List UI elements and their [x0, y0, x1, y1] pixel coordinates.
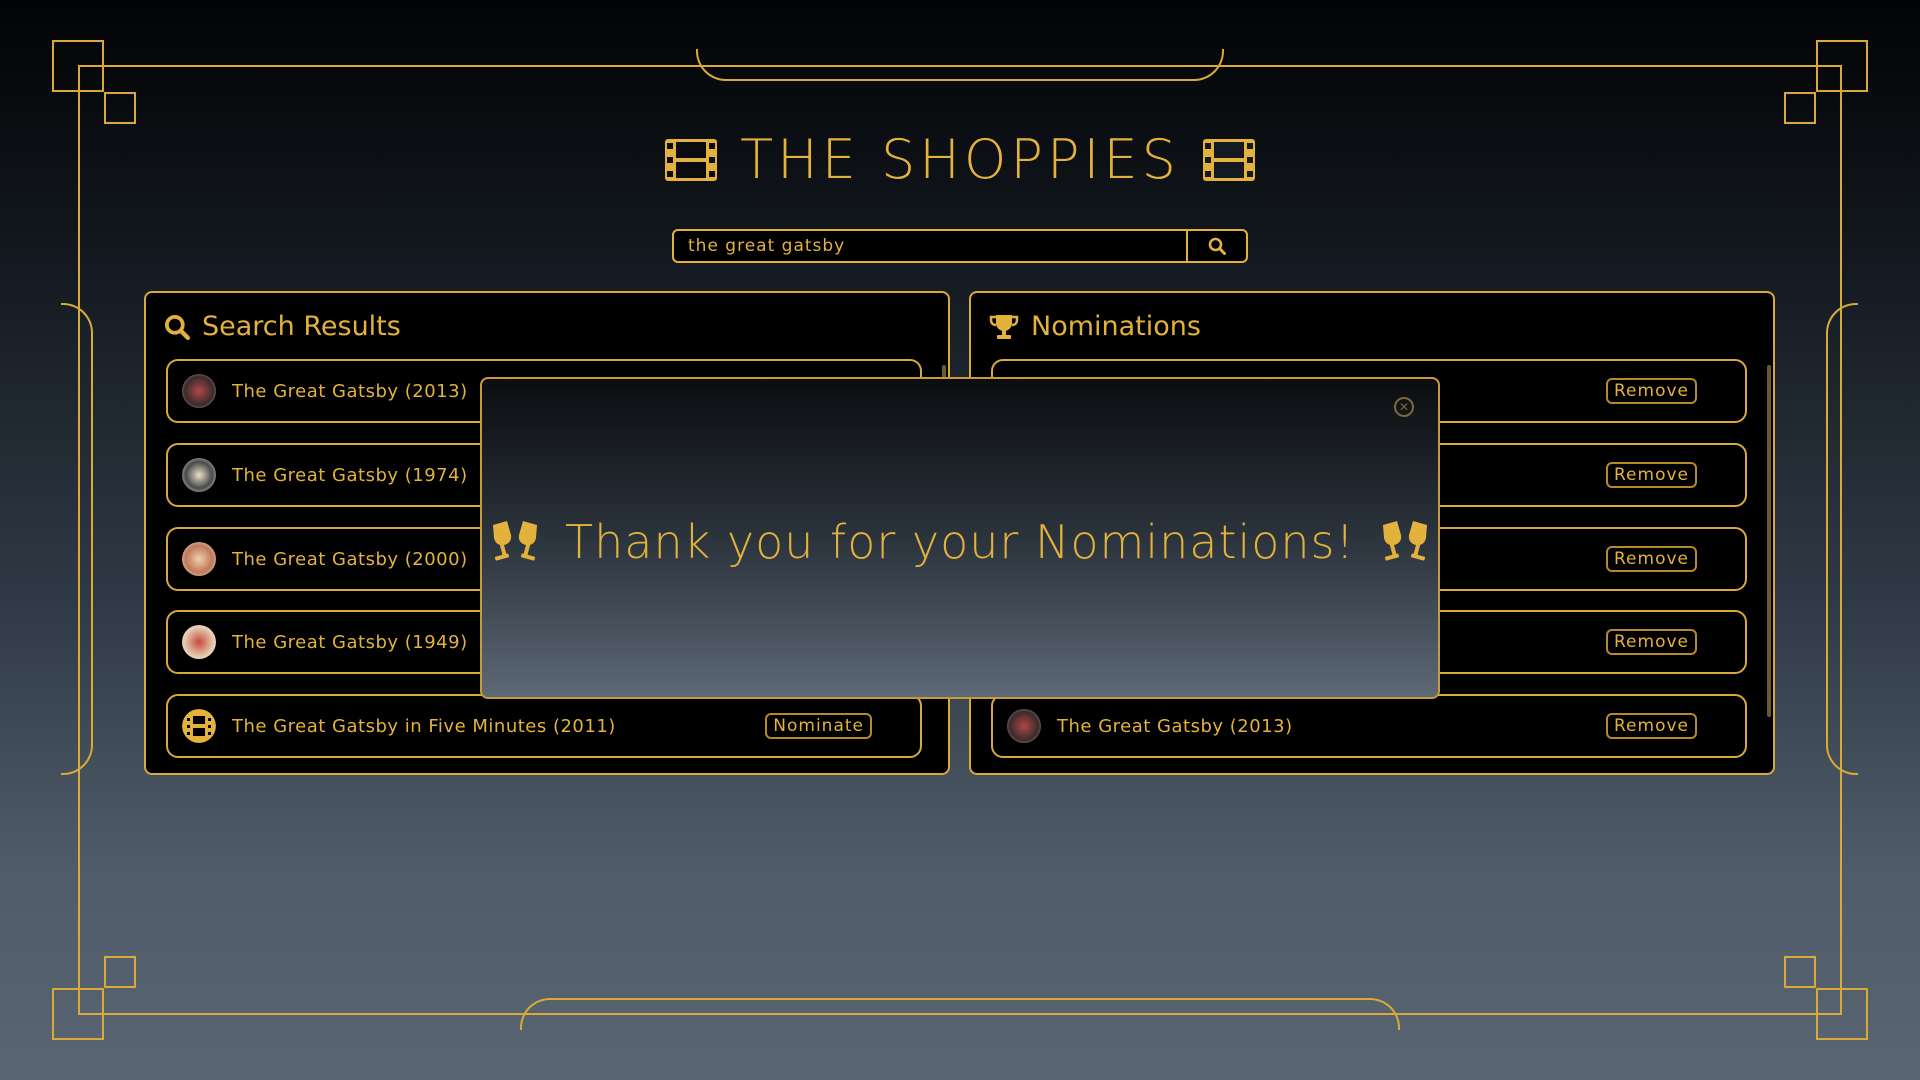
frame-corner-bl-square [104, 956, 136, 988]
search-results-heading: Search Results [164, 311, 401, 342]
result-title: The Great Gatsby in Five Minutes (2011) [232, 715, 616, 737]
search-input[interactable] [674, 231, 1186, 261]
poster-thumbnail [182, 542, 216, 576]
remove-button[interactable]: Remove [1606, 629, 1697, 655]
remove-button[interactable]: Remove [1606, 713, 1697, 739]
poster-thumbnail [1007, 709, 1041, 743]
frame-top-tab [696, 49, 1224, 81]
poster-thumbnail [182, 458, 216, 492]
film-icon [664, 132, 718, 195]
remove-button[interactable]: Remove [1606, 378, 1697, 404]
search-results-title: Search Results [202, 311, 401, 342]
nomination-title: The Great Gatsby (2013) [1057, 715, 1293, 737]
film-icon [1202, 132, 1256, 195]
nominations-title: Nominations [1031, 311, 1201, 342]
thank-you-modal: ✕ Thank you for your Nominations! [480, 377, 1440, 699]
frame-corner-tr [1816, 40, 1868, 92]
frame-left-arc [61, 303, 93, 775]
frame-corner-br [1816, 988, 1868, 1040]
frame-corner-bl [52, 988, 104, 1040]
frame-corner-tl-square [104, 92, 136, 124]
frame-corner-tl [52, 40, 104, 92]
search-bar [672, 229, 1248, 263]
list-item: The Great Gatsby in Five Minutes (2011) … [166, 694, 922, 758]
remove-button[interactable]: Remove [1606, 546, 1697, 572]
nominate-button[interactable]: Nominate [765, 713, 872, 739]
remove-button[interactable]: Remove [1606, 462, 1697, 488]
film-icon [182, 709, 216, 743]
nominations-heading: Nominations [989, 311, 1201, 342]
search-button[interactable] [1186, 231, 1246, 261]
frame-corner-tr-square [1784, 92, 1816, 124]
frame-right-arc [1826, 303, 1858, 775]
clinking-glasses-icon [493, 521, 538, 561]
poster-thumbnail [182, 374, 216, 408]
nomination-item: The Great Gatsby (2013) Remove [991, 694, 1747, 758]
modal-message-row: Thank you for your Nominations! [482, 515, 1438, 569]
app-title-text: THE SHOPPIES [740, 128, 1180, 191]
page-title: THE SHOPPIES [0, 128, 1920, 195]
clinking-glasses-icon [1382, 521, 1427, 561]
trophy-icon [989, 314, 1019, 339]
scrollbar[interactable] [1767, 365, 1771, 717]
search-icon [165, 314, 190, 340]
modal-message: Thank you for your Nominations! [565, 515, 1355, 569]
poster-thumbnail [182, 625, 216, 659]
frame-bottom-tab [520, 998, 1400, 1030]
frame-corner-br-square [1784, 956, 1816, 988]
search-icon [1208, 237, 1226, 255]
close-icon[interactable]: ✕ [1394, 397, 1414, 417]
